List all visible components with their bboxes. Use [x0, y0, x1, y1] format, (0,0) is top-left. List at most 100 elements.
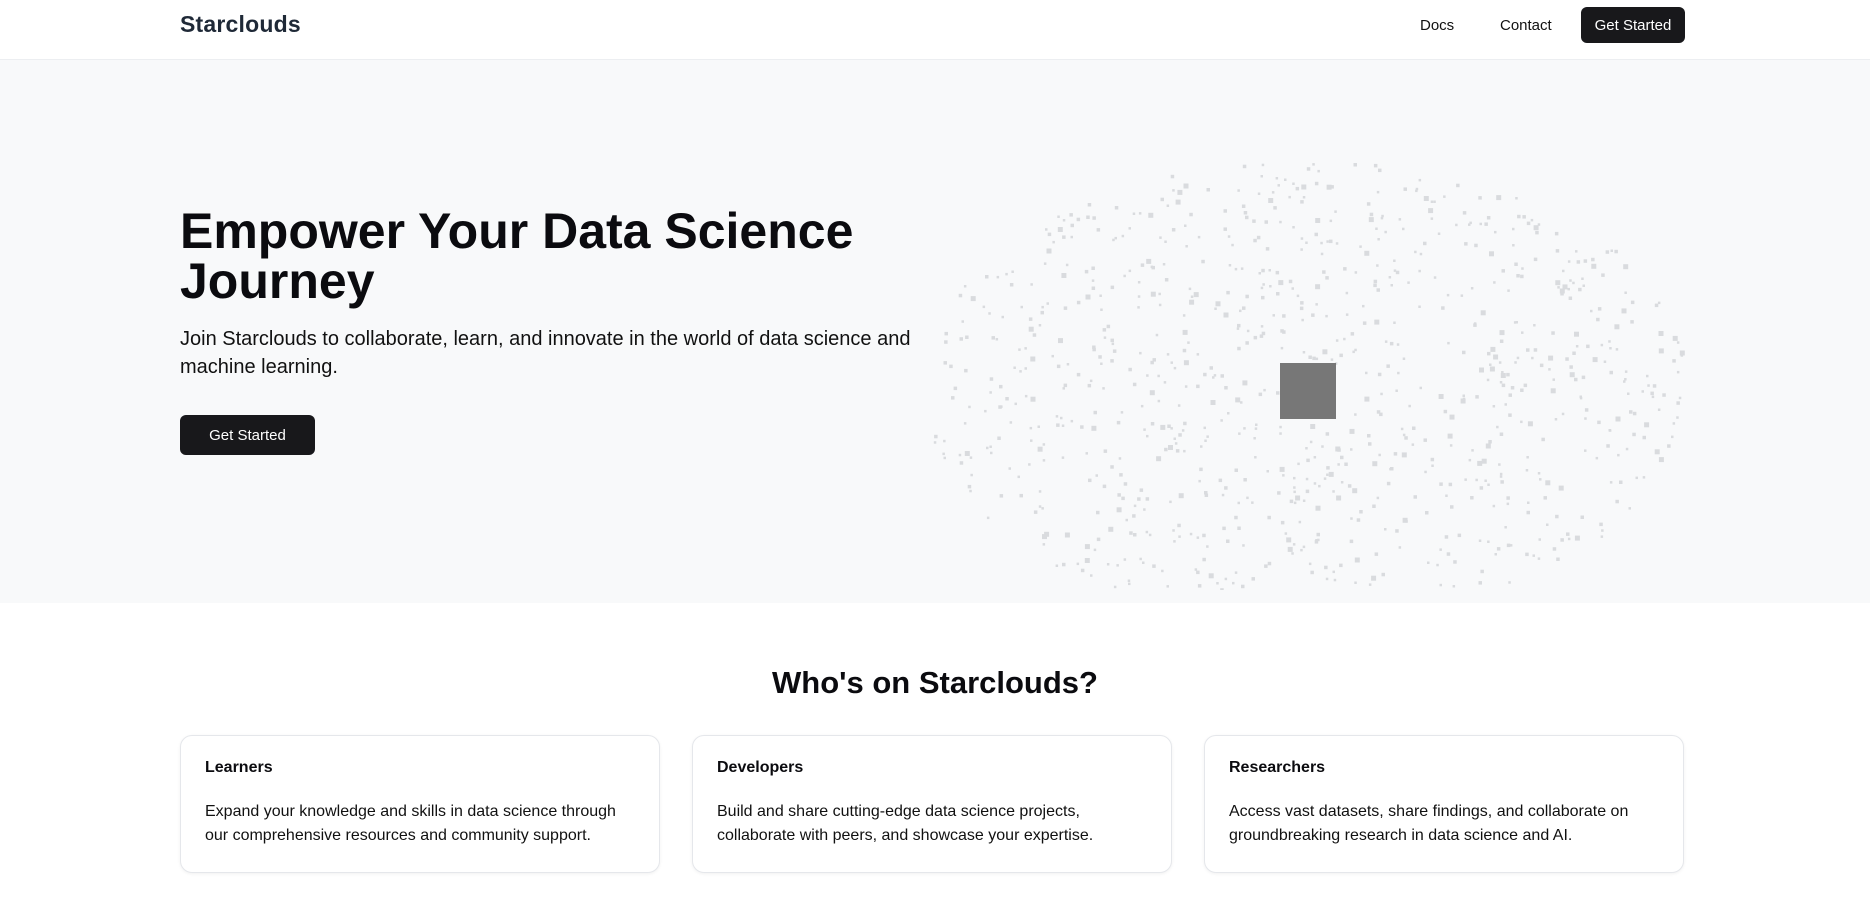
particle-dot: [1486, 216, 1491, 220]
particle-dot: [1446, 552, 1451, 556]
particle-dot: [1302, 196, 1306, 199]
particle-dot: [1339, 353, 1343, 358]
particle-dot: [1265, 247, 1270, 251]
particle-dot: [1489, 363, 1492, 366]
particle-dot: [1200, 445, 1203, 448]
particle-dot: [953, 386, 958, 391]
particle-dot: [1116, 507, 1122, 513]
particle-dot: [986, 446, 989, 450]
particle-dot: [1597, 420, 1601, 425]
particle-dot: [1314, 232, 1318, 237]
particle-dot: [1368, 442, 1372, 446]
particle-dot: [969, 489, 972, 493]
particle-dot: [1390, 284, 1393, 287]
particle-dot: [1354, 557, 1360, 563]
particle-dot: [1099, 294, 1102, 297]
particle-dot: [959, 337, 963, 341]
particle-dot: [1535, 230, 1539, 235]
particle-dot: [1001, 315, 1004, 319]
particle-dot: [1424, 470, 1427, 474]
hero-get-started-button[interactable]: Get Started: [180, 415, 315, 455]
particle-dot: [1398, 546, 1402, 549]
particle-dot: [1234, 267, 1238, 271]
particle-dot: [1516, 356, 1520, 360]
particle-dot: [1237, 501, 1240, 505]
particle-dot: [1182, 348, 1187, 353]
particle-dot: [1354, 413, 1357, 416]
particle-dot: [1302, 545, 1306, 549]
particle-dot: [1574, 377, 1578, 382]
particle-dot: [1508, 581, 1511, 584]
particle-dot: [1321, 445, 1324, 448]
particle-dot: [1367, 434, 1371, 438]
particle-dot: [1621, 308, 1627, 314]
particle-dot: [1088, 478, 1092, 483]
particle-dot: [1487, 483, 1490, 486]
particle-dot: [1182, 329, 1188, 335]
particle-dot: [1470, 496, 1474, 500]
particle-dot: [1253, 437, 1256, 440]
particle-dot: [1171, 228, 1176, 232]
particle-dot: [1279, 425, 1282, 429]
particle-dot: [1139, 557, 1142, 561]
particle-dot: [1166, 204, 1170, 207]
particle-dot: [967, 484, 972, 489]
particle-dot: [1584, 408, 1589, 412]
particle-dot: [1433, 276, 1437, 279]
particle-dot: [1267, 561, 1272, 566]
particle-dot: [1676, 416, 1679, 419]
particle-dot: [1143, 508, 1146, 511]
particle-dot: [1480, 569, 1484, 574]
particle-dot: [1558, 485, 1564, 491]
particle-dot: [1009, 421, 1013, 424]
particle-dot: [984, 409, 987, 413]
particle-dot: [1375, 227, 1378, 230]
particle-dot: [1623, 380, 1626, 383]
nav-link-docs[interactable]: Docs: [1420, 17, 1454, 34]
particle-dot: [1628, 507, 1631, 510]
particle-dot: [1224, 486, 1228, 490]
particle-dot: [1289, 499, 1294, 504]
particle-dot: [1384, 230, 1387, 234]
particle-dot: [1397, 371, 1400, 375]
particle-dot: [1253, 335, 1258, 340]
particle-dot: [1055, 415, 1059, 418]
nav-get-started-button[interactable]: Get Started: [1581, 7, 1685, 43]
particle-dot: [1287, 546, 1293, 552]
particle-dot: [1202, 557, 1206, 562]
nav-link-contact[interactable]: Contact: [1500, 17, 1552, 34]
particle-dot: [1477, 460, 1483, 466]
particle-dot: [1365, 371, 1368, 375]
particle-dot: [1236, 327, 1240, 330]
particle-dot: [1118, 457, 1122, 460]
particle-dot: [1301, 318, 1304, 322]
particle-dot: [1111, 342, 1115, 346]
particle-dot: [1060, 416, 1063, 420]
particle-dot: [1325, 314, 1328, 318]
particle-dot: [1291, 552, 1294, 555]
particle-dot: [1139, 488, 1144, 492]
particle-dot: [1198, 479, 1201, 483]
particle-dot: [1624, 370, 1628, 373]
particle-dot: [1173, 540, 1176, 543]
particle-dot: [1258, 392, 1263, 397]
particle-dot: [1393, 259, 1396, 262]
particle-dot: [1312, 356, 1316, 361]
particle-dot: [1526, 348, 1530, 352]
particle-dot: [1373, 283, 1377, 288]
particle-dot: [1533, 324, 1536, 327]
particle-dot: [1635, 476, 1638, 480]
particle-dot: [1632, 411, 1637, 416]
particle-dot: [1515, 197, 1518, 200]
particle-dot: [1487, 540, 1490, 543]
brand-logo[interactable]: Starclouds: [180, 11, 301, 38]
particle-dot: [1364, 396, 1370, 402]
particle-dot: [1235, 397, 1241, 403]
particle-dot: [1042, 459, 1046, 462]
particle-dot: [1242, 380, 1248, 386]
particle-dot: [1155, 333, 1159, 337]
particle-dot: [1061, 273, 1067, 278]
particle-dot: [1312, 163, 1315, 166]
particle-dot: [1091, 286, 1096, 290]
particle-dot: [1606, 444, 1610, 448]
